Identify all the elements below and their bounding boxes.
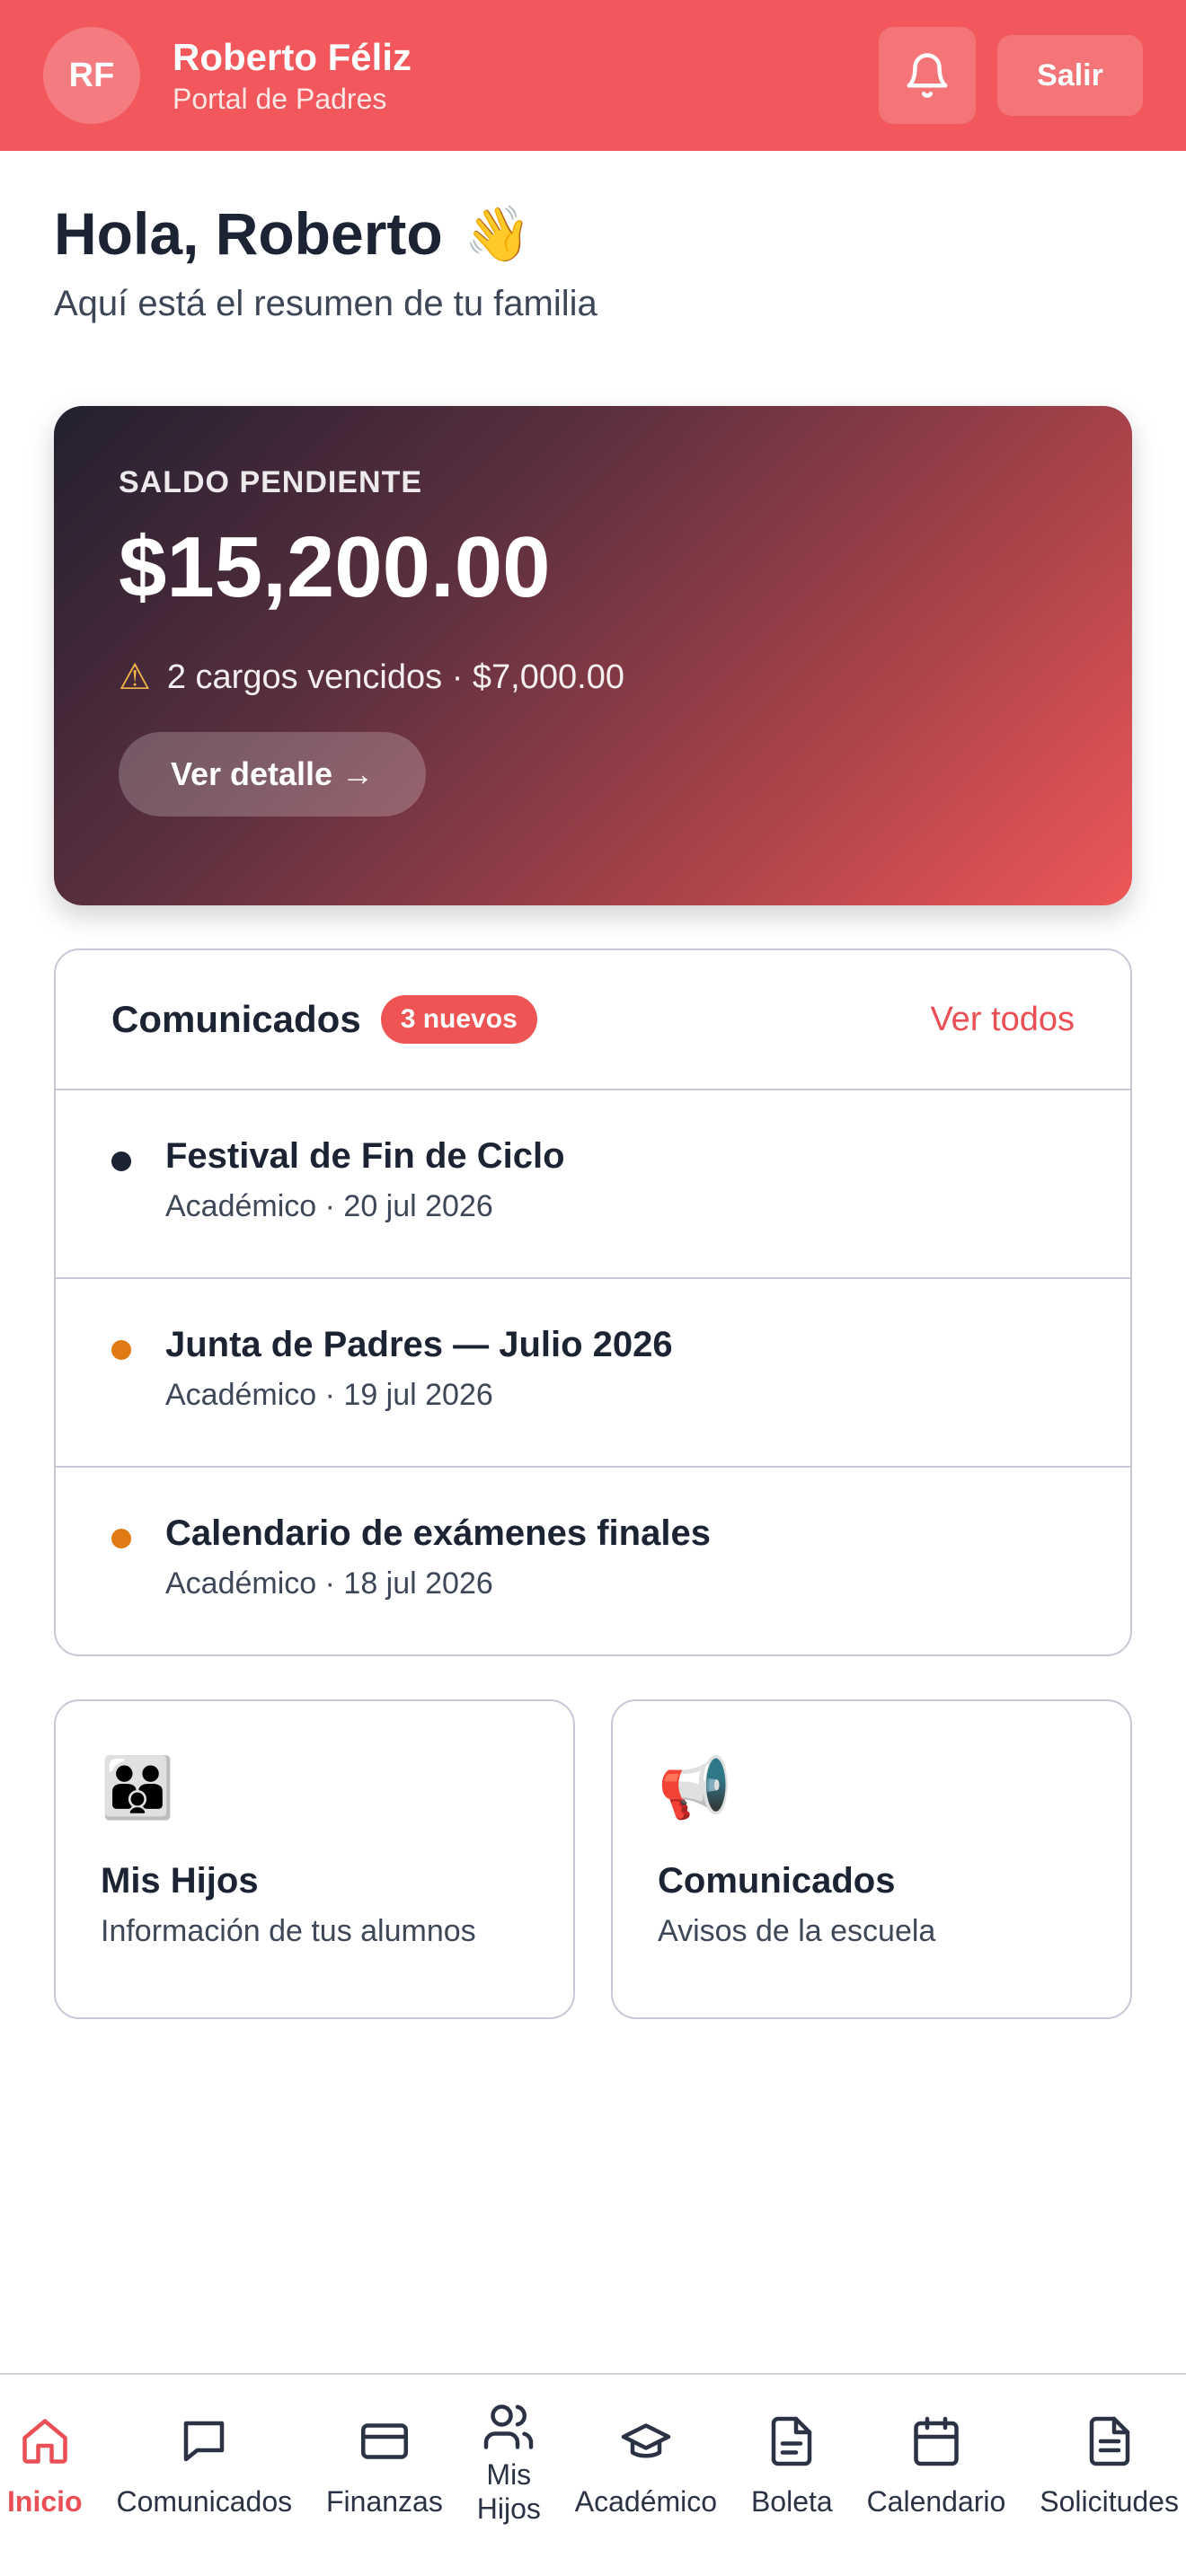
megaphone-icon: 📢 bbox=[658, 1754, 732, 1821]
chat-icon bbox=[184, 2421, 225, 2462]
nav-item-boleta[interactable]: Boleta bbox=[751, 2375, 833, 2576]
announcement-title: Festival de Fin de Ciclo bbox=[165, 1136, 565, 1176]
view-detail-button[interactable]: Ver detalle → bbox=[119, 732, 426, 816]
overdue-text: 2 cargos vencidos · $7,000.00 bbox=[166, 657, 624, 696]
announcement-item[interactable]: Festival de Fin de Ciclo Académico · 20 … bbox=[56, 1090, 1130, 1279]
tile-subtitle: Información de tus alumnos bbox=[101, 1914, 476, 1948]
nav-item-solicitudes[interactable]: Solicitudes bbox=[1040, 2375, 1179, 2576]
balance-card: SALDO PENDIENTE $15,200.00 ⚠ 2 cargos ve… bbox=[54, 406, 1132, 905]
announcements-title: Comunicados bbox=[111, 998, 361, 1040]
parent-portal-page: RF Roberto Féliz Portal de Padres Salir … bbox=[0, 0, 1186, 2576]
document-icon bbox=[772, 2416, 812, 2466]
nav-label: Comunicados bbox=[116, 2485, 293, 2518]
nav-item-finanzas[interactable]: Finanzas bbox=[326, 2375, 443, 2576]
home-icon bbox=[22, 2419, 67, 2464]
file-text-icon bbox=[1089, 2416, 1129, 2466]
nav-label: Solicitudes bbox=[1040, 2485, 1179, 2518]
nav-label: Mis Hijos bbox=[476, 2458, 541, 2525]
bottom-nav: Inicio Comunicados Finanzas Mis Hijos Ac… bbox=[0, 2373, 1186, 2576]
tile-announcements[interactable]: 📢 Comunicados Avisos de la escuela bbox=[611, 1699, 1132, 2019]
unread-dot bbox=[111, 1151, 131, 1171]
user-name: Roberto Féliz bbox=[173, 36, 412, 78]
tile-my-children[interactable]: 👪 Mis Hijos Información de tus alumnos bbox=[54, 1699, 575, 2019]
announcements-card: Comunicados 3 nuevos Ver todos Festival … bbox=[54, 948, 1132, 1656]
nav-label: Finanzas bbox=[326, 2485, 443, 2518]
greeting-text: Hola, Roberto bbox=[54, 200, 443, 267]
graduation-cap-icon bbox=[621, 2423, 671, 2458]
nav-label: Boleta bbox=[750, 2485, 833, 2518]
view-all-link[interactable]: Ver todos bbox=[930, 1001, 1075, 1039]
app-header: RF Roberto Féliz Portal de Padres Salir bbox=[0, 0, 1186, 151]
logout-button[interactable]: Salir bbox=[997, 35, 1143, 116]
user-info: Roberto Féliz Portal de Padres bbox=[173, 34, 879, 117]
tile-title: Comunicados bbox=[658, 1861, 896, 1901]
announcement-item[interactable]: Junta de Padres — Julio 2026 Académico ·… bbox=[56, 1279, 1130, 1468]
nav-label: Calendario bbox=[866, 2485, 1006, 2518]
announcement-meta: Académico · 18 jul 2026 bbox=[165, 1566, 493, 1601]
greeting: Hola, Roberto 👋 Aquí está el resumen de … bbox=[54, 199, 597, 324]
credit-card-icon bbox=[360, 2423, 408, 2459]
nav-label: Inicio bbox=[7, 2485, 83, 2518]
nav-item-mis-hijos[interactable]: Mis Hijos bbox=[477, 2375, 541, 2576]
nav-label: Académico bbox=[574, 2485, 718, 2518]
announcement-meta: Académico · 20 jul 2026 bbox=[165, 1189, 493, 1223]
user-role: Portal de Padres bbox=[173, 83, 387, 115]
announcement-title: Junta de Padres — Julio 2026 bbox=[165, 1325, 673, 1364]
wave-icon: 👋 bbox=[464, 203, 532, 264]
nav-item-academico[interactable]: Académico bbox=[575, 2375, 717, 2576]
announcement-meta: Académico · 19 jul 2026 bbox=[165, 1378, 493, 1412]
users-icon bbox=[484, 2404, 534, 2449]
greeting-title: Hola, Roberto 👋 bbox=[54, 199, 597, 268]
announcement-title: Calendario de exámenes finales bbox=[165, 1513, 711, 1553]
bell-icon bbox=[907, 53, 948, 98]
unread-dot bbox=[111, 1340, 131, 1360]
avatar[interactable]: RF bbox=[43, 27, 140, 124]
tile-title: Mis Hijos bbox=[101, 1861, 259, 1901]
family-icon: 👪 bbox=[101, 1754, 175, 1821]
announcement-item[interactable]: Calendario de exámenes finales Académico… bbox=[56, 1468, 1130, 1654]
warning-icon: ⚠ bbox=[119, 657, 151, 697]
nav-item-calendario[interactable]: Calendario bbox=[866, 2375, 1006, 2576]
balance-amount: $15,200.00 bbox=[119, 519, 551, 615]
greeting-subtitle: Aquí está el resumen de tu familia bbox=[54, 284, 597, 323]
calendar-icon bbox=[914, 2416, 959, 2466]
nav-item-comunicados[interactable]: Comunicados bbox=[116, 2375, 292, 2576]
notifications-button[interactable] bbox=[879, 27, 976, 124]
new-count-badge: 3 nuevos bbox=[380, 995, 537, 1044]
balance-label: SALDO PENDIENTE bbox=[119, 465, 423, 499]
announcements-header: Comunicados 3 nuevos Ver todos bbox=[56, 950, 1130, 1090]
nav-item-inicio[interactable]: Inicio bbox=[7, 2375, 83, 2576]
overdue-warning: ⚠ 2 cargos vencidos · $7,000.00 bbox=[119, 657, 1067, 698]
unread-dot bbox=[111, 1529, 131, 1548]
tile-subtitle: Avisos de la escuela bbox=[658, 1914, 936, 1948]
